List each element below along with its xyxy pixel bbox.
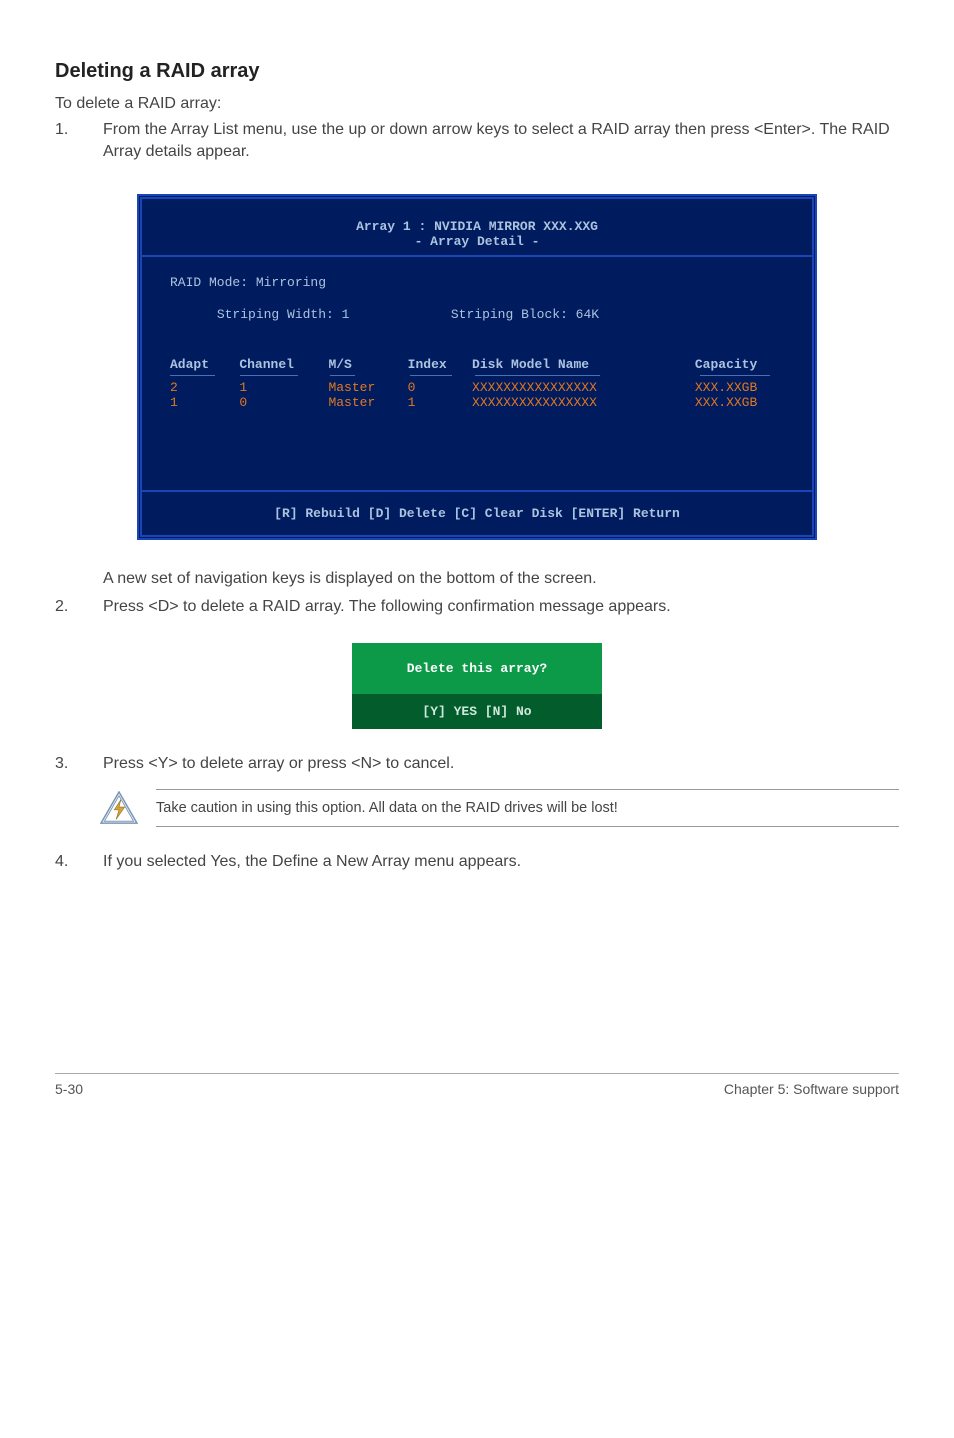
col-capacity: Capacity — [695, 357, 784, 372]
table-row: 1 0 Master 1 XXXXXXXXXXXXXXXX XXX.XXGB — [170, 395, 784, 410]
terminal-body: RAID Mode: Mirroring Striping Width: 1 S… — [142, 257, 812, 490]
cell-index: 1 — [408, 395, 472, 410]
dialog-options: [Y] YES [N] No — [352, 694, 602, 729]
step-4-text: If you selected Yes, the Define a New Ar… — [103, 851, 899, 873]
terminal-column-headers: Adapt Channel M/S Index Disk Model Name … — [170, 357, 784, 372]
terminal-title: Array 1 : NVIDIA MIRROR XXX.XXG - Array … — [142, 199, 812, 257]
step-2-number: 2. — [55, 596, 103, 618]
raid-mode-line: RAID Mode: Mirroring — [170, 275, 784, 290]
terminal-title-line1: Array 1 : NVIDIA MIRROR XXX.XXG — [142, 219, 812, 234]
cell-channel: 0 — [239, 395, 328, 410]
cell-adapt: 1 — [170, 395, 239, 410]
col-index: Index — [408, 357, 472, 372]
step-1-text: From the Array List menu, use the up or … — [103, 119, 899, 164]
table-row: 2 1 Master 0 XXXXXXXXXXXXXXXX XXX.XXGB — [170, 380, 784, 395]
striping-block: Striping Block: 64K — [451, 307, 599, 322]
chapter-title: Chapter 5: Software support — [724, 1081, 899, 1097]
warning-text: Take caution in using this option. All d… — [156, 789, 899, 827]
cell-adapt: 2 — [170, 380, 239, 395]
step-1: 1. From the Array List menu, use the up … — [55, 119, 899, 164]
warning-note: Take caution in using this option. All d… — [100, 789, 899, 827]
cell-ms: Master — [328, 380, 407, 395]
cell-channel: 1 — [239, 380, 328, 395]
section-heading: Deleting a RAID array — [55, 60, 899, 83]
cell-capacity: XXX.XXGB — [695, 380, 784, 395]
cell-ms: Master — [328, 395, 407, 410]
col-model: Disk Model Name — [472, 357, 695, 372]
page-footer: 5-30 Chapter 5: Software support — [55, 1073, 899, 1097]
step-1-number: 1. — [55, 119, 103, 164]
col-ms: M/S — [328, 357, 407, 372]
col-channel: Channel — [239, 357, 328, 372]
step-list: 1. From the Array List menu, use the up … — [55, 119, 899, 164]
step-3-number: 3. — [55, 753, 103, 775]
cell-model: XXXXXXXXXXXXXXXX — [472, 395, 695, 410]
terminal-footer: [R] Rebuild [D] Delete [C] Clear Disk [E… — [142, 490, 812, 535]
cell-capacity: XXX.XXGB — [695, 395, 784, 410]
striping-line: Striping Width: 1 Striping Block: 64K — [170, 292, 784, 337]
step-2-text: Press <D> to delete a RAID array. The fo… — [103, 596, 899, 618]
terminal-panel: Array 1 : NVIDIA MIRROR XXX.XXG - Array … — [137, 194, 817, 540]
step-4-number: 4. — [55, 851, 103, 873]
header-underline — [170, 372, 784, 380]
col-adapt: Adapt — [170, 357, 239, 372]
terminal-title-line2: - Array Detail - — [142, 234, 812, 249]
step-3-text: Press <Y> to delete array or press <N> t… — [103, 753, 899, 775]
cell-model: XXXXXXXXXXXXXXXX — [472, 380, 695, 395]
navigation-note: A new set of navigation keys is displaye… — [103, 568, 899, 590]
lightning-warning-icon — [100, 791, 138, 825]
confirm-dialog: Delete this array? [Y] YES [N] No — [352, 643, 602, 729]
page-number: 5-30 — [55, 1081, 83, 1097]
intro-text: To delete a RAID array: — [55, 95, 899, 113]
cell-index: 0 — [408, 380, 472, 395]
striping-width: Striping Width: 1 — [217, 307, 350, 322]
dialog-question: Delete this array? — [352, 643, 602, 694]
